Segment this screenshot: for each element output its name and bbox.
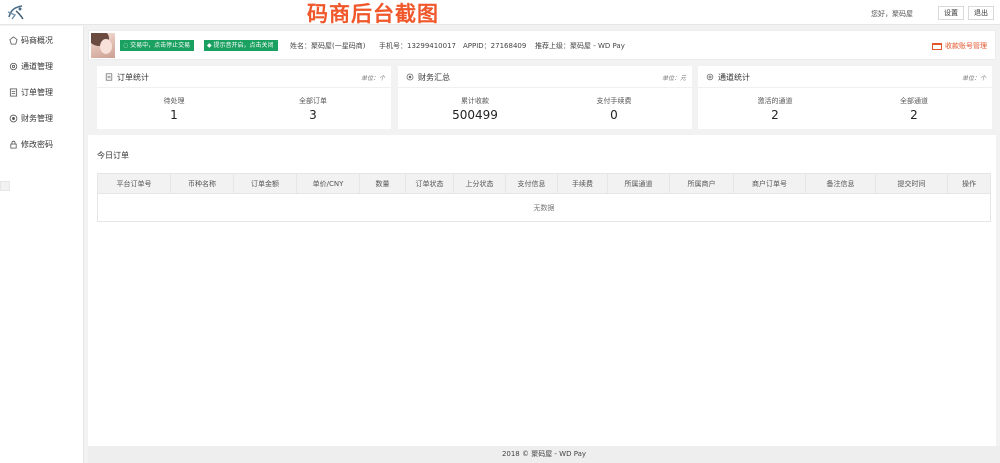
card-title: 财务汇总 (418, 73, 450, 82)
empty-state: 无数据 (533, 204, 555, 212)
card-title: 通道统计 (718, 73, 750, 82)
circle-dot-icon (9, 114, 18, 122)
column-header[interactable]: 上分状态 (454, 174, 506, 194)
card-unit: 单位：元 (661, 75, 686, 82)
logout-button[interactable]: 退出 (968, 6, 994, 20)
column-header[interactable]: 币种名称 (171, 174, 234, 194)
stat-label: 待处理 (163, 97, 185, 105)
column-header[interactable]: 手续费 (558, 174, 608, 194)
card-icon (932, 42, 942, 50)
column-header[interactable]: 平台订单号 (98, 174, 171, 194)
stat-value: 2 (771, 108, 779, 122)
circle-dot-icon (406, 73, 414, 81)
order-stats-card: 订单统计 单位：个 待处理 1 全部订单 3 (97, 66, 391, 129)
sidebar-item-label: 通道管理 (21, 61, 53, 71)
column-header[interactable]: 提交时间 (876, 174, 948, 194)
gear-icon (9, 62, 18, 70)
stat-label: 全部订单 (299, 97, 327, 105)
orders-table: 平台订单号 币种名称 订单金额 单价/CNY 数量 订单状态 上分状态 支付信息… (97, 173, 991, 222)
pentagon-icon (9, 35, 18, 45)
sidebar-collapse-handle[interactable] (0, 181, 10, 191)
merchant-name: 姓名：聚码屋(一星码商) (290, 42, 366, 50)
footer: 2018 © 聚码屋 - WD Pay (88, 446, 1000, 463)
column-header[interactable]: 支付信息 (506, 174, 558, 194)
sidebar-item-password[interactable]: 修改密码 (0, 131, 84, 157)
lock-icon (10, 140, 17, 149)
stat-value: 2 (910, 108, 918, 122)
card-unit: 单位：个 (360, 75, 385, 82)
sidebar-item-finance[interactable]: 财务管理 (0, 105, 84, 131)
account-manage-label: 收款账号管理 (945, 42, 987, 50)
column-header[interactable]: 操作 (948, 174, 990, 194)
sidebar-item-label: 财务管理 (21, 113, 53, 123)
sound-toggle-label: 提示音开启，点击关闭 (213, 42, 274, 49)
top-bar: 码商后台截图 您好，聚码屋 设置 退出 (0, 0, 1000, 26)
column-header[interactable]: 单价/CNY (297, 174, 360, 194)
column-header[interactable]: 所属通道 (608, 174, 670, 194)
card-title: 订单统计 (117, 73, 149, 82)
column-header[interactable]: 订单状态 (406, 174, 454, 194)
card-header: 通道统计 单位：个 (698, 66, 992, 88)
document-icon (105, 73, 113, 81)
column-header[interactable]: 商户订单号 (734, 174, 806, 194)
trade-toggle-label: 交易中，点击停止交易 (130, 42, 191, 49)
today-orders-panel: 今日订单 平台订单号 币种名称 订单金额 单价/CNY 数量 订单状态 上分状态… (88, 135, 996, 446)
watermark-title: 码商后台截图 (307, 1, 439, 26)
gear-icon (706, 73, 714, 81)
account-manage-link[interactable]: 收款账号管理 (932, 41, 987, 51)
stat-label: 累计收款 (461, 97, 489, 105)
profile-bar: ◌ 交易中，点击停止交易 ◆ 提示音开启，点击关闭 姓名：聚码屋(一星码商) 手… (88, 30, 996, 60)
user-greeting: 您好，聚码屋 (871, 10, 913, 18)
merchant-referrer: 推荐上级：聚码屋 - WD Pay (535, 42, 625, 50)
column-header[interactable]: 订单金额 (234, 174, 297, 194)
settings-button[interactable]: 设置 (938, 6, 964, 20)
logo-icon[interactable] (6, 3, 26, 22)
sidebar-item-channels[interactable]: 通道管理 (0, 53, 84, 79)
sidebar-item-overview[interactable]: 码商概况 (0, 27, 84, 53)
card-header: 财务汇总 单位：元 (398, 66, 692, 88)
stat-value: 3 (309, 108, 317, 122)
section-title: 今日订单 (97, 151, 129, 160)
card-unit: 单位：个 (961, 75, 986, 82)
document-icon (9, 87, 18, 97)
stat-label: 支付手续费 (596, 97, 632, 105)
sidebar-item-label: 订单管理 (21, 87, 53, 97)
stat-label: 全部通道 (900, 97, 928, 105)
merchant-phone: 手机号：13299410017 (379, 42, 456, 50)
stat-value: 500499 (452, 108, 498, 122)
column-header[interactable]: 数量 (360, 174, 406, 194)
column-header[interactable]: 所属商户 (670, 174, 734, 194)
avatar (91, 33, 115, 58)
sidebar-item-label: 修改密码 (21, 139, 53, 149)
sidebar-item-label: 码商概况 (21, 35, 53, 45)
card-header: 订单统计 单位：个 (97, 66, 391, 88)
finance-summary-card: 财务汇总 单位：元 累计收款 500499 支付手续费 0 (398, 66, 692, 129)
sidebar-item-orders[interactable]: 订单管理 (0, 79, 84, 105)
channel-stats-card: 通道统计 单位：个 激活的通道 2 全部通道 2 (698, 66, 992, 129)
table-header: 平台订单号 币种名称 订单金额 单价/CNY 数量 订单状态 上分状态 支付信息… (98, 174, 990, 194)
stat-value: 1 (170, 108, 178, 122)
trade-toggle-button[interactable]: ◌ 交易中，点击停止交易 (120, 40, 195, 51)
column-header[interactable]: 备注信息 (806, 174, 876, 194)
merchant-appid: APPID：27168409 (463, 42, 527, 50)
stat-label: 激活的通道 (757, 97, 793, 105)
sound-toggle-button[interactable]: ◆ 提示音开启，点击关闭 (204, 40, 278, 51)
stat-value: 0 (610, 108, 618, 122)
sidebar: 码商概况 通道管理 订单管理 财务管理 修改密码 (0, 26, 84, 463)
